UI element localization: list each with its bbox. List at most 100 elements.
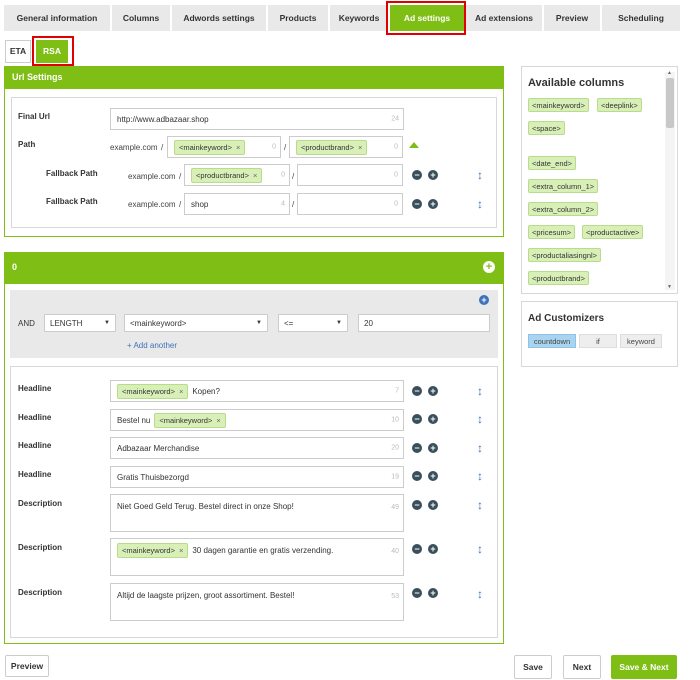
- path2-input[interactable]: <productbrand> × 0: [289, 136, 403, 158]
- minus-icon[interactable]: −: [412, 443, 422, 453]
- customizer-countdown[interactable]: countdown: [528, 334, 576, 348]
- description-2-chip[interactable]: <mainkeyword> ×: [117, 543, 189, 558]
- add-group-icon[interactable]: +: [483, 261, 495, 273]
- tab-products[interactable]: Products: [268, 5, 328, 31]
- description-2-label: Description: [18, 543, 63, 552]
- minus-icon[interactable]: −: [412, 199, 422, 209]
- add-another-link[interactable]: + Add another: [127, 341, 177, 350]
- chevron-down-icon: ▼: [256, 320, 262, 326]
- minus-icon[interactable]: −: [412, 471, 422, 481]
- path1-input[interactable]: <mainkeyword> × 0: [167, 136, 281, 158]
- minus-icon[interactable]: −: [412, 414, 422, 424]
- condition-value-input[interactable]: 20: [358, 314, 490, 332]
- minus-icon[interactable]: −: [412, 170, 422, 180]
- tab-general-information[interactable]: General information: [4, 5, 110, 31]
- column-chip-pricesum[interactable]: <pricesum>: [528, 225, 576, 239]
- column-chip-space[interactable]: <space>: [528, 121, 565, 135]
- plus-icon[interactable]: +: [428, 544, 438, 554]
- plus-icon[interactable]: +: [428, 471, 438, 481]
- column-chip-mainkeyword[interactable]: <mainkeyword>: [528, 98, 589, 112]
- customizer-keyword[interactable]: keyword: [620, 334, 662, 348]
- remove-icon[interactable]: ×: [236, 143, 240, 152]
- minus-icon[interactable]: −: [412, 386, 422, 396]
- plus-icon[interactable]: +: [428, 170, 438, 180]
- fallback1-input-1[interactable]: <productbrand> × 0: [184, 164, 290, 186]
- columns-scrollbar-thumb[interactable]: [666, 78, 674, 128]
- headline-4-input[interactable]: Gratis Thuisbezorgd 19: [110, 466, 404, 488]
- column-chip-extra-column-1[interactable]: <extra_column_1>: [528, 179, 599, 193]
- drag-handle-icon[interactable]: ↕: [476, 498, 484, 512]
- headline-2-chip[interactable]: <mainkeyword> ×: [154, 412, 226, 428]
- plus-icon[interactable]: +: [428, 386, 438, 396]
- column-chip-extra-column-2[interactable]: <extra_column_2>: [528, 202, 599, 216]
- description-1-input[interactable]: Niet Goed Geld Terug. Bestel direct in o…: [110, 494, 404, 532]
- description-3-input[interactable]: Altijd de laagste prijzen, groot assorti…: [110, 583, 404, 621]
- fallback2-slash-1: /: [179, 200, 182, 209]
- add-condition-icon[interactable]: +: [479, 295, 489, 305]
- description-3-count: 53: [391, 593, 399, 600]
- column-chip-productbrand[interactable]: <productbrand>: [528, 271, 589, 285]
- tab-keywords[interactable]: Keywords: [330, 5, 388, 31]
- scroll-up-icon[interactable]: ▲: [667, 70, 672, 76]
- save-button[interactable]: Save: [514, 655, 552, 679]
- drag-handle-icon[interactable]: ↕: [476, 168, 484, 182]
- drag-handle-icon[interactable]: ↕: [476, 587, 484, 601]
- customizer-if[interactable]: if: [579, 334, 617, 348]
- drag-handle-icon[interactable]: ↕: [476, 197, 484, 211]
- plus-icon[interactable]: +: [428, 588, 438, 598]
- minus-icon[interactable]: −: [412, 544, 422, 554]
- fallback1-chip[interactable]: <productbrand> ×: [191, 167, 263, 183]
- plus-icon[interactable]: +: [428, 443, 438, 453]
- column-chip-date-end[interactable]: <date_end>: [528, 156, 577, 170]
- preview-button[interactable]: Preview: [5, 655, 49, 677]
- tab-ad-extensions[interactable]: Ad extensions: [466, 5, 542, 31]
- fallback1-input-2[interactable]: 0: [297, 164, 403, 186]
- plus-icon[interactable]: +: [428, 199, 438, 209]
- column-chip-productaliasingnl[interactable]: <productaliasingnl>: [528, 248, 602, 262]
- subtab-eta[interactable]: ETA: [5, 40, 31, 63]
- fallback2-input-2[interactable]: 0: [297, 193, 403, 215]
- fallback1-slash-1: /: [179, 172, 182, 181]
- collapse-icon[interactable]: [409, 142, 419, 148]
- remove-icon[interactable]: ×: [216, 416, 220, 425]
- fallback2-slash-2: /: [292, 200, 295, 209]
- headline-3-input[interactable]: Adbazaar Merchandise 20: [110, 437, 404, 459]
- remove-icon[interactable]: ×: [253, 171, 257, 180]
- remove-icon[interactable]: ×: [179, 387, 183, 396]
- headline-1-chip[interactable]: <mainkeyword> ×: [117, 383, 189, 399]
- remove-icon[interactable]: ×: [358, 143, 362, 152]
- drag-handle-icon[interactable]: ↕: [476, 412, 484, 426]
- tab-scheduling[interactable]: Scheduling: [602, 5, 680, 31]
- path2-chip[interactable]: <productbrand> ×: [296, 139, 368, 155]
- column-chip-productactive[interactable]: <productactive>: [582, 225, 644, 239]
- plus-icon[interactable]: +: [428, 414, 438, 424]
- description-1-count: 49: [391, 504, 399, 511]
- minus-icon[interactable]: −: [412, 500, 422, 510]
- tab-preview[interactable]: Preview: [544, 5, 600, 31]
- final-url-input[interactable]: http://www.adbazaar.shop 24: [110, 108, 404, 130]
- tab-adwords-settings[interactable]: Adwords settings: [172, 5, 266, 31]
- scroll-down-icon[interactable]: ▼: [667, 284, 672, 290]
- drag-handle-icon[interactable]: ↕: [476, 469, 484, 483]
- drag-handle-icon[interactable]: ↕: [476, 441, 484, 455]
- condition-operator-select[interactable]: <= ▼: [278, 314, 348, 332]
- path1-chip[interactable]: <mainkeyword> ×: [174, 139, 246, 155]
- group-title: 0: [12, 262, 18, 272]
- minus-icon[interactable]: −: [412, 588, 422, 598]
- headline-1-input[interactable]: <mainkeyword> × Kopen? 7: [110, 380, 404, 402]
- drag-handle-icon[interactable]: ↕: [476, 384, 484, 398]
- condition-field-select[interactable]: LENGTH ▼: [44, 314, 116, 332]
- fallback2-input-1[interactable]: shop 4: [184, 193, 290, 215]
- tab-columns[interactable]: Columns: [112, 5, 170, 31]
- save-next-button[interactable]: Save & Next: [611, 655, 677, 679]
- headline-3-count: 20: [391, 444, 399, 452]
- url-settings-title: Url Settings: [12, 72, 63, 82]
- condition-column-select[interactable]: <mainkeyword> ▼: [124, 314, 268, 332]
- drag-handle-icon[interactable]: ↕: [476, 542, 484, 556]
- description-2-input[interactable]: <mainkeyword> × 30 dagen garantie en grat…: [110, 538, 404, 576]
- headline-2-input[interactable]: Bestel nu <mainkeyword> × 10: [110, 409, 404, 431]
- next-button[interactable]: Next: [563, 655, 601, 679]
- remove-icon[interactable]: ×: [179, 546, 183, 555]
- plus-icon[interactable]: +: [428, 500, 438, 510]
- column-chip-deeplink[interactable]: <deeplink>: [597, 98, 642, 112]
